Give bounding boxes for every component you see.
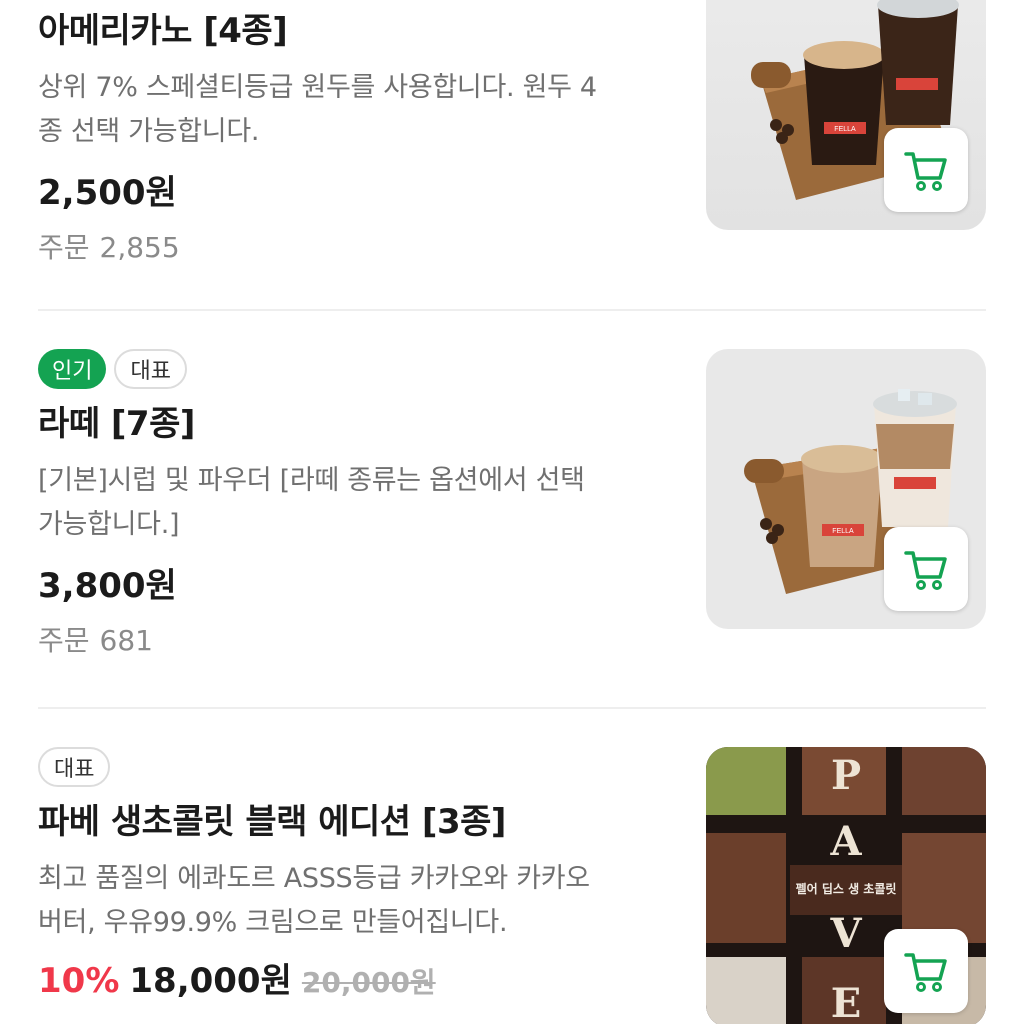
description-line: 상위 7% 스페셜티등급 원두를 사용합니다. 원두 4 (38, 72, 597, 103)
menu-item-description: 상위 7% 스페셜티등급 원두를 사용합니다. 원두 4 종 선택 가능합니다. (38, 66, 678, 154)
description-line: 종 선택 가능합니다. (38, 116, 260, 147)
menu-item-pave-chocolate[interactable]: 대표 파베 생초콜릿 블랙 에디션 [3종] 최고 품질의 에콰도르 ASSS등… (38, 747, 986, 1024)
menu-item-image[interactable]: FELLA (706, 349, 986, 629)
menu-item-title: 파베 생초콜릿 블랙 에디션 [3종] (38, 802, 506, 842)
representative-badge: 대표 (38, 747, 111, 787)
orders-label: 주문 (38, 624, 90, 657)
menu-item-description: 최고 품질의 에콰도르 ASSS등급 카카오와 카카오 버터, 우유99.9% … (38, 857, 678, 945)
menu-item-info: 아메리카노 [4종] 상위 7% 스페셜티등급 원두를 사용합니다. 원두 4 … (38, 8, 678, 268)
pave-letter: P (831, 752, 861, 799)
pave-letter: E (831, 980, 862, 1024)
price-row: 10% 18,000원 20,000원 (38, 957, 678, 1007)
popular-badge: 인기 (38, 349, 107, 389)
cup-logo-text: FELLA (834, 126, 856, 133)
item-divider (38, 309, 986, 311)
add-to-cart-button[interactable] (884, 128, 968, 212)
menu-item-info: 대표 파베 생초콜릿 블랙 에디션 [3종] 최고 품질의 에콰도르 ASSS등… (38, 747, 678, 1007)
menu-item-americano[interactable]: 아메리카노 [4종] 상위 7% 스페셜티등급 원두를 사용합니다. 원두 4 … (38, 0, 986, 300)
description-line: 가능합니다.] (38, 509, 180, 540)
menu-item-image[interactable]: P A V E 펠어 딥스 생 초콜릿 (706, 747, 986, 1024)
cart-icon (904, 953, 947, 992)
orders-label: 주문 (38, 231, 90, 264)
discount-rate: 10% (38, 961, 120, 1001)
menu-item-latte[interactable]: 인기 대표 라떼 [7종] [기본]시럽 및 파우더 [라떼 종류는 옵션에서 … (38, 349, 986, 669)
description-line: 버터, 우유99.9% 크림으로 만들어집니다. (38, 907, 508, 938)
menu-item-price: 18,000원 (129, 961, 292, 1001)
orders-count: 681 (99, 624, 153, 657)
description-line: 최고 품질의 에콰도르 ASSS등급 카카오와 카카오 (38, 863, 590, 894)
pave-letter: A (829, 818, 862, 865)
add-to-cart-button[interactable] (884, 929, 968, 1013)
menu-item-price: 3,800원 (38, 566, 177, 606)
description-line: [기본]시럽 및 파우더 [라떼 종류는 옵션에서 선택 (38, 465, 585, 496)
original-price: 20,000원 (301, 966, 436, 999)
menu-item-image[interactable]: FELLA (706, 0, 986, 230)
menu-item-price: 2,500원 (38, 173, 177, 213)
badge-group: 대표 (38, 747, 678, 787)
pave-letter: V (829, 910, 862, 957)
menu-item-info: 인기 대표 라떼 [7종] [기본]시럽 및 파우더 [라떼 종류는 옵션에서 … (38, 349, 678, 661)
cart-icon (904, 152, 947, 191)
orders-count: 2,855 (99, 231, 180, 264)
menu-item-description: [기본]시럽 및 파우더 [라떼 종류는 옵션에서 선택 가능합니다.] (38, 459, 678, 547)
add-to-cart-button[interactable] (884, 527, 968, 611)
menu-item-orders: 주문 2,855 (38, 228, 678, 268)
menu-item-title: 라떼 [7종] (38, 404, 195, 444)
menu-item-title: 아메리카노 [4종] (38, 11, 288, 51)
badge-group: 인기 대표 (38, 349, 678, 389)
cup-logo-text: FELLA (832, 528, 854, 535)
item-divider (38, 707, 986, 709)
package-label: 펠어 딥스 생 초콜릿 (796, 881, 897, 896)
menu-item-orders: 주문 681 (38, 621, 678, 661)
representative-badge: 대표 (114, 349, 187, 389)
cart-icon (904, 551, 947, 590)
